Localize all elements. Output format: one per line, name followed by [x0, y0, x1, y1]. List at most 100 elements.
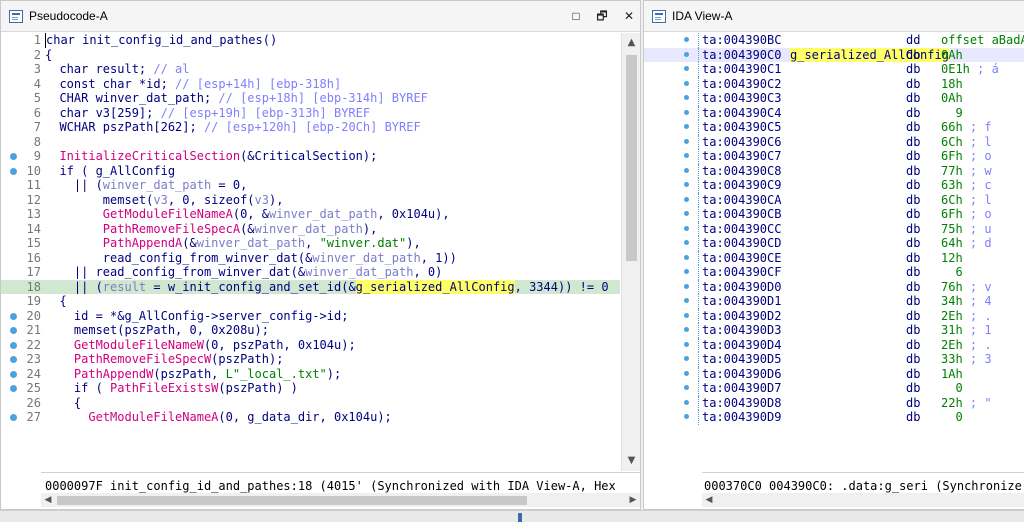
breakpoint-dot-icon[interactable]: [684, 66, 689, 71]
bottom-tab-marker[interactable]: [518, 513, 522, 522]
code-text[interactable]: memset(pszPath, 0, 0x208u);: [45, 323, 269, 338]
restore-icon[interactable]: □: [567, 7, 585, 25]
disasm-value-text[interactable]: 18h: [941, 77, 963, 91]
code-token[interactable]: {: [45, 294, 66, 308]
disasm-line[interactable]: ta:004390C8 db 77h ; w: [644, 163, 1024, 178]
code-line[interactable]: 24 PathAppendW(pszPath, L"_local_.txt");: [1, 367, 620, 382]
code-text[interactable]: memset(v3, 0, sizeof(v3),: [45, 193, 284, 208]
disasm-value-text[interactable]: 9: [941, 106, 962, 120]
code-line[interactable]: 3 char result; // al: [1, 62, 620, 77]
line-gutter[interactable]: 9: [1, 149, 45, 164]
breakpoint-dot-icon[interactable]: [10, 167, 17, 175]
breakpoint-dot-icon[interactable]: [684, 182, 689, 187]
code-token[interactable]: // [esp+14h] [ebp-318h]: [175, 77, 341, 91]
pseudocode-tab-title[interactable]: Pseudocode-A: [29, 9, 108, 23]
disasm-line[interactable]: ta:004390D7 db 0: [644, 381, 1024, 396]
code-token[interactable]: id = *&g_AllConfig->server_config->id;: [45, 309, 349, 323]
code-token[interactable]: v3: [255, 193, 269, 207]
disasm-value[interactable]: 31h ; 1: [941, 323, 992, 338]
code-text[interactable]: char result; // al: [45, 62, 189, 77]
disasm-value-text[interactable]: 12h: [941, 251, 963, 265]
disasm-address[interactable]: ta:004390C1: [702, 62, 781, 77]
breakpoint-dot-icon[interactable]: [10, 312, 17, 320]
code-token[interactable]: (0, g_data_dir, 0x104u);: [218, 410, 391, 424]
code-token[interactable]: WCHAR pszPath[262];: [45, 120, 204, 134]
line-gutter[interactable]: 27: [1, 410, 45, 425]
breakpoint-dot-icon[interactable]: [10, 370, 17, 378]
code-line[interactable]: 16 read_config_from_winver_dat(&winver_d…: [1, 251, 620, 266]
disasm-value-text[interactable]: 1Ah: [941, 367, 963, 381]
code-line[interactable]: 13 GetModuleFileNameA(0, &winver_dat_pat…: [1, 207, 620, 222]
disasm-value[interactable]: 64h ; d: [941, 236, 992, 251]
breakpoint-dot-icon[interactable]: [684, 95, 689, 100]
code-token[interactable]: if (: [45, 381, 110, 395]
code-token[interactable]: , 0, sizeof(: [168, 193, 255, 207]
code-token[interactable]: result: [103, 280, 146, 294]
code-token[interactable]: PathRemoveFileSpecW: [45, 352, 211, 366]
breakpoint-dot-icon[interactable]: [684, 240, 689, 245]
code-line[interactable]: 27 GetModuleFileNameA(0, g_data_dir, 0x1…: [1, 410, 620, 425]
disasm-value[interactable]: 2Eh ; .: [941, 309, 992, 324]
code-text[interactable]: const char *id; // [esp+14h] [ebp-318h]: [45, 77, 341, 92]
code-text[interactable]: WCHAR pszPath[262]; // [esp+120h] [ebp-2…: [45, 120, 420, 135]
disasm-value-text[interactable]: 6Fh: [941, 207, 963, 221]
disasm-address[interactable]: ta:004390C5: [702, 120, 781, 135]
code-line[interactable]: 12 memset(v3, 0, sizeof(v3),: [1, 193, 620, 208]
scroll-down-icon[interactable]: ▼: [622, 453, 641, 469]
code-text[interactable]: char v3[259]; // [esp+19h] [ebp-313h] BY…: [45, 106, 370, 121]
code-token[interactable]: = w_init_config_and_set_id(&: [146, 280, 355, 294]
pseudocode-horizontal-scrollbar[interactable]: ◀ ▶: [41, 493, 640, 507]
code-line[interactable]: 18 || (result = w_init_config_and_set_id…: [1, 279, 620, 294]
code-token[interactable]: || (: [45, 280, 103, 294]
disasm-line[interactable]: ta:004390BC dd offset aBadAll: [644, 33, 1024, 48]
code-line[interactable]: 21 memset(pszPath, 0, 0x208u);: [1, 323, 620, 338]
disasm-value[interactable]: 12h: [941, 251, 963, 266]
disasm-line[interactable]: ta:004390D0 db 76h ; v: [644, 279, 1024, 294]
line-gutter[interactable]: 19: [1, 294, 45, 309]
line-gutter[interactable]: 25: [1, 381, 45, 396]
disasm-value-text[interactable]: 63h: [941, 178, 963, 192]
disasm-address[interactable]: ta:004390CE: [702, 251, 781, 266]
breakpoint-dot-icon[interactable]: [684, 370, 689, 376]
disasm-value-text[interactable]: 75h: [941, 222, 963, 236]
line-gutter[interactable]: 3: [1, 62, 45, 77]
breakpoint-dot-icon[interactable]: [684, 124, 689, 129]
code-token[interactable]: InitializeCriticalSection: [45, 149, 240, 163]
code-token[interactable]: (pszPath) ): [218, 381, 297, 395]
code-token[interactable]: , 0): [413, 265, 442, 279]
line-gutter[interactable]: 16: [1, 251, 45, 266]
disasm-value-text[interactable]: 77h: [941, 164, 963, 178]
disasm-line[interactable]: ta:004390D4 db 2Eh ; .: [644, 337, 1024, 353]
disasm-line[interactable]: ta:004390CC db 75h ; u: [644, 221, 1024, 237]
disasm-line[interactable]: ta:004390CB db 6Fh ; o: [644, 207, 1024, 222]
ida-view-titlebar[interactable]: IDA View-A: [644, 1, 1024, 32]
code-text[interactable]: CHAR winver_dat_path; // [esp+18h] [ebp-…: [45, 91, 427, 106]
code-token[interactable]: GetModuleFileNameA: [45, 207, 233, 221]
disasm-value[interactable]: 0: [941, 410, 962, 425]
disasm-value-text[interactable]: 6Fh: [941, 149, 963, 163]
breakpoint-dot-icon[interactable]: [684, 254, 689, 260]
disasm-value-text[interactable]: 0Ah: [941, 48, 963, 62]
disasm-value[interactable]: 66h ; f: [941, 120, 992, 135]
disasm-value-text[interactable]: 22h: [941, 396, 963, 410]
disasm-address[interactable]: ta:004390D3: [702, 323, 781, 338]
disasm-line[interactable]: ta:004390CA db 6Ch ; l: [644, 192, 1024, 207]
code-token[interactable]: L"_local_.txt": [226, 367, 327, 381]
disasm-line[interactable]: ta:004390D3 db 31h ; 1: [644, 323, 1024, 338]
breakpoint-dot-icon[interactable]: [684, 167, 689, 173]
disasm-value[interactable]: 63h ; c: [941, 178, 992, 193]
disasm-line[interactable]: ta:004390C6 db 6Ch ; l: [644, 134, 1024, 149]
code-token[interactable]: read_config_from_winver_dat(&: [45, 251, 313, 265]
line-gutter[interactable]: 15: [1, 236, 45, 251]
code-token[interactable]: // al: [153, 62, 189, 76]
code-line[interactable]: 22 GetModuleFileNameW(0, pszPath, 0x104u…: [1, 338, 620, 353]
disasm-line[interactable]: ta:004390CD db 64h ; d: [644, 236, 1024, 251]
disasm-value[interactable]: 75h ; u: [941, 222, 992, 237]
code-token[interactable]: winver_dat_path: [197, 236, 305, 250]
disasm-line[interactable]: ta:004390C1 db 0E1h ; á: [644, 62, 1024, 77]
code-text[interactable]: GetModuleFileNameA(0, g_data_dir, 0x104u…: [45, 410, 391, 425]
code-token[interactable]: (&: [240, 222, 254, 236]
disasm-value[interactable]: 2Eh ; .: [941, 338, 992, 353]
disasm-address[interactable]: ta:004390D2: [702, 309, 781, 324]
breakpoint-dot-icon[interactable]: [684, 327, 689, 332]
